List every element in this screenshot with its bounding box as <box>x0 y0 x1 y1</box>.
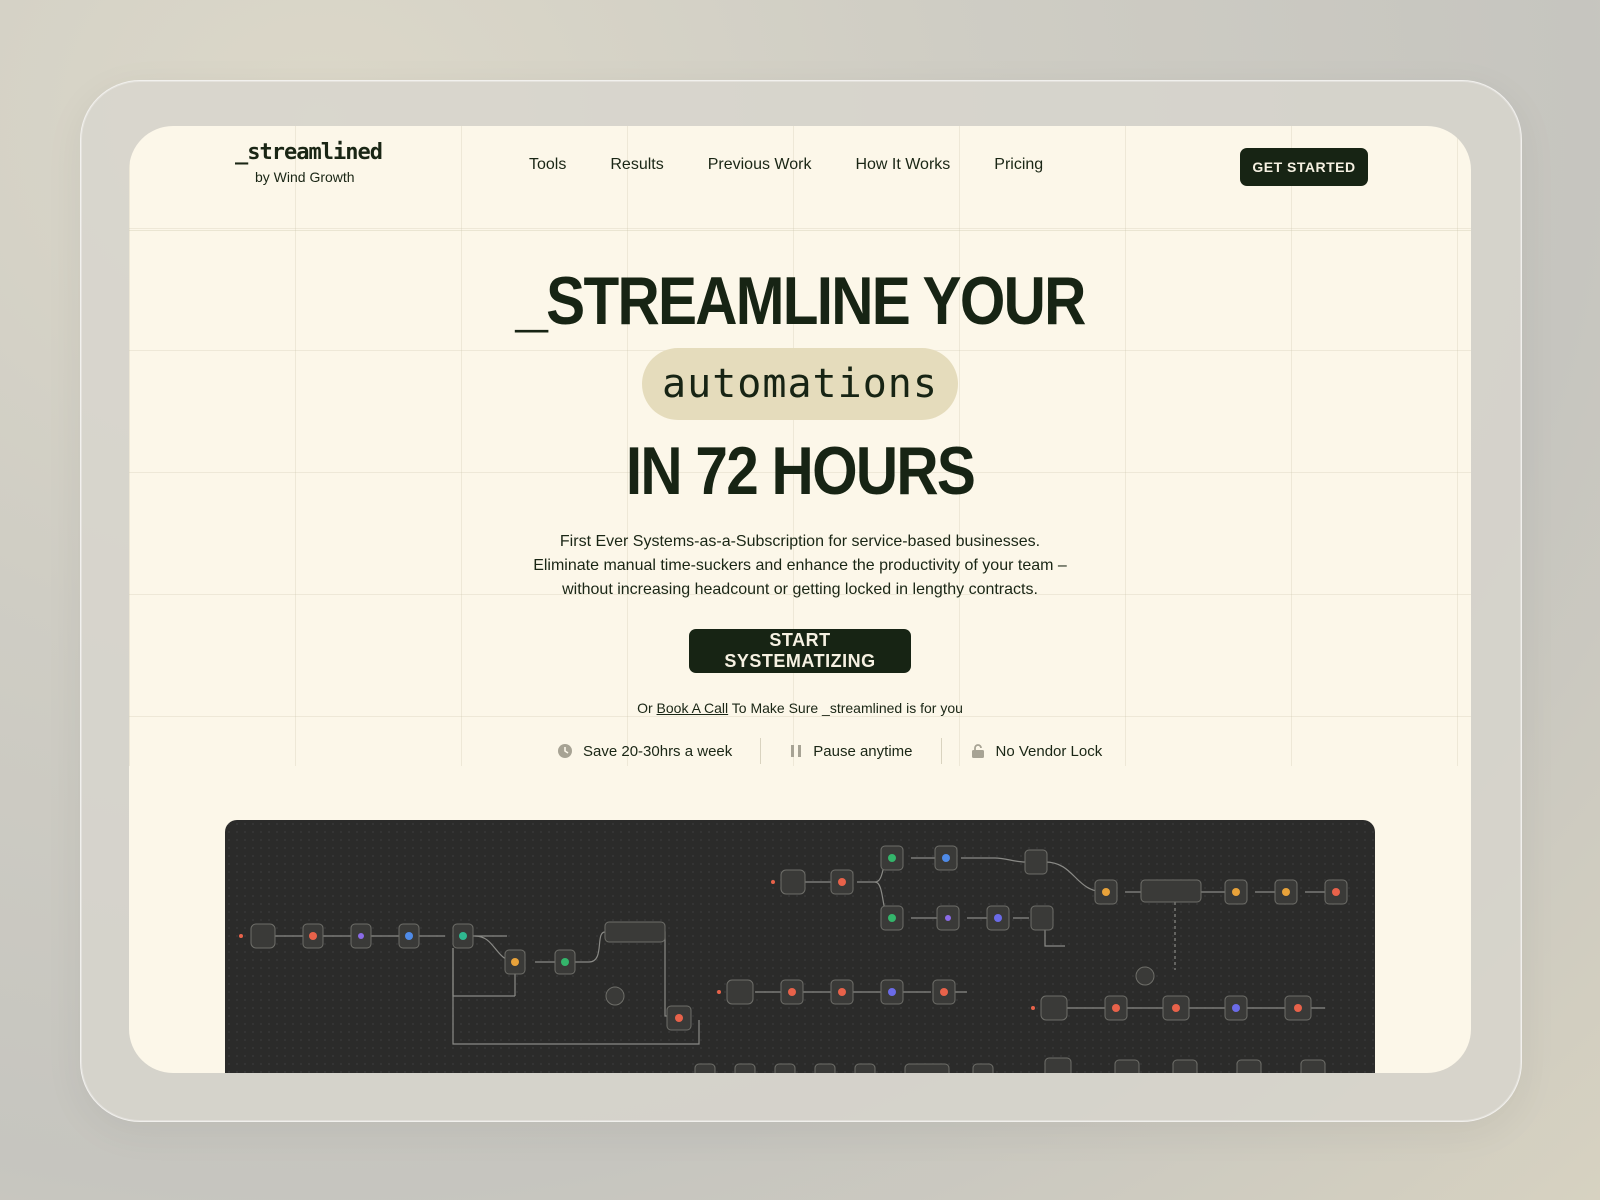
book-a-call-link[interactable]: Book A Call <box>657 700 729 716</box>
nav-item-tools[interactable]: Tools <box>529 156 566 174</box>
feature-pause: Pause anytime <box>761 743 940 760</box>
nav-item-previous-work[interactable]: Previous Work <box>708 156 812 174</box>
main-nav: Tools Results Previous Work How It Works… <box>529 156 1087 174</box>
feature-save-time: Save 20-30hrs a week <box>529 743 760 760</box>
workflow-preview-canvas <box>225 820 1375 1073</box>
hero-heading-line-1: _STREAMLINE YOUR <box>515 263 1086 339</box>
start-systematizing-button[interactable]: START SYSTEMATIZING <box>689 629 911 673</box>
hero-description-line: First Ever Systems-as-a-Subscription for… <box>559 533 1041 550</box>
clock-icon <box>557 743 573 759</box>
nav-item-how-it-works[interactable]: How It Works <box>855 156 950 174</box>
logo-wordmark: _streamlined <box>235 140 383 165</box>
unlock-icon <box>970 743 986 759</box>
hero-description-line: Eliminate manual time-suckers and enhanc… <box>533 557 1067 574</box>
feature-no-vendor-lock: No Vendor Lock <box>942 743 1131 760</box>
or-prefix: Or <box>637 700 653 716</box>
logo-tagline: by Wind Growth <box>255 169 355 185</box>
workflow-diagram <box>239 845 1348 1073</box>
book-call-line: Or Book A Call To Make Sure _streamlined… <box>129 700 1471 716</box>
hero-description-line: without increasing headcount or getting … <box>562 581 1038 598</box>
site-header: _streamlined by Wind Growth Tools Result… <box>129 126 1471 231</box>
feature-label: No Vendor Lock <box>995 742 1103 760</box>
hero-highlight-word: automations <box>662 361 938 407</box>
get-started-button[interactable]: GET STARTED <box>1240 148 1368 186</box>
nav-item-pricing[interactable]: Pricing <box>994 156 1043 174</box>
hero-description: First Ever Systems-as-a-Subscription for… <box>500 530 1100 602</box>
or-suffix: To Make Sure _streamlined is for you <box>731 700 963 716</box>
feature-list: Save 20-30hrs a week Pause anytime No Ve… <box>529 738 1130 764</box>
logo[interactable]: _streamlined by Wind Growth <box>235 140 383 185</box>
pause-icon <box>789 743 803 759</box>
hero-highlight-pill: automations <box>642 348 958 420</box>
feature-label: Save 20-30hrs a week <box>583 742 733 760</box>
hero-heading-line-3: IN 72 HOURS <box>625 433 976 509</box>
nav-item-results[interactable]: Results <box>610 156 663 174</box>
feature-label: Pause anytime <box>813 742 913 760</box>
landing-page: _streamlined by Wind Growth Tools Result… <box>129 126 1471 1073</box>
